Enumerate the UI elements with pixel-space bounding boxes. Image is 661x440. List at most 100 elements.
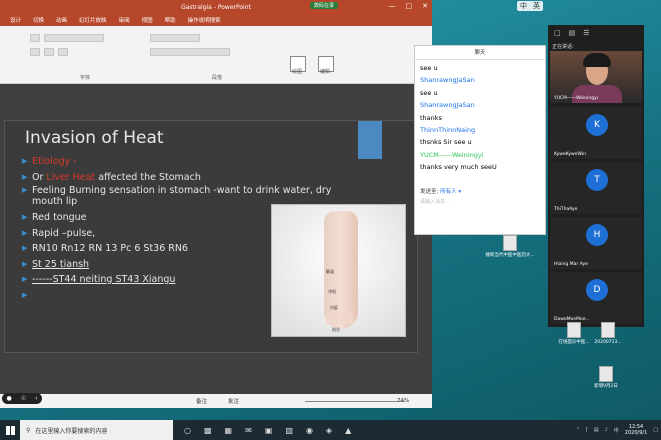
search-placeholder: 在这里输入你要搜索的内容 (35, 427, 108, 435)
tab-view[interactable]: 视图 (142, 16, 153, 24)
bullets-button[interactable] (150, 34, 200, 42)
align-buttons[interactable] (150, 48, 230, 56)
font-box[interactable] (30, 34, 40, 42)
acupoint-label: 陷谷 (332, 327, 340, 332)
tab-help[interactable]: 帮助 (165, 16, 176, 24)
send-to-label: 发送至: (420, 189, 439, 195)
toe (333, 313, 339, 325)
toe (326, 313, 332, 325)
participant-name: Hlaing Mar Aye (554, 262, 588, 267)
video-panel: □ ▤ ☰ 正在讲话: YUCM——Weiningyi K KyweKyweWi… (548, 25, 644, 327)
chat-message: thanks (420, 113, 442, 122)
tab-transitions[interactable]: 切换 (33, 16, 44, 24)
group-edit: 编辑 (320, 69, 331, 75)
chat-message: thanks very much seeU (420, 163, 497, 172)
explorer-icon[interactable]: ▧ (285, 426, 293, 435)
ime-lang[interactable]: 中 (520, 1, 527, 11)
comments-button[interactable]: 批注 (228, 397, 239, 405)
powerpoint-icon[interactable]: ◈ (326, 426, 332, 435)
bold-button[interactable] (30, 48, 40, 56)
network-icon[interactable]: ▤ (594, 427, 599, 433)
gallery-icon[interactable]: □ (554, 29, 561, 37)
avatar: H (586, 224, 608, 246)
desktop-icon[interactable]: 新增9月2日 (576, 366, 636, 390)
main-video[interactable]: YUCM——Weiningyi (550, 51, 642, 103)
video-toolbar: □ ▤ ☰ (548, 25, 644, 40)
tab-search[interactable]: 操作说明搜索 (188, 16, 221, 24)
desktop-icon-label: 20200713... (594, 340, 622, 345)
status-bar: 备注 批注 74% (0, 394, 432, 408)
windows-start-button[interactable] (0, 420, 20, 440)
taskbar-apps: ○ ▩ ▦ ✉ ▣ ▧ ◉ ◈ ▲ (184, 426, 351, 435)
close-icon[interactable]: ✕ (422, 2, 428, 10)
recording-badge: 数码在录 (310, 2, 339, 9)
tab-review[interactable]: 审阅 (119, 16, 130, 24)
word-icon[interactable]: ▦ (225, 426, 233, 435)
edge-icon[interactable]: ◉ (306, 426, 313, 435)
taskbar-search[interactable]: ⚲ 在这里输入你要搜索的内容 (20, 420, 173, 440)
ime-toolbar[interactable]: 中 英 (517, 1, 543, 11)
desktop-icon[interactable]: 缅甸当代中医中医药大... (480, 235, 540, 259)
slide-title: Invasion of Heat (25, 128, 164, 148)
tab-slideshow[interactable]: 幻灯片放映 (79, 16, 107, 24)
meeting-icon[interactable]: ▲ (345, 426, 351, 435)
bluetooth-icon[interactable]: ⌈ (586, 427, 588, 433)
notes-button[interactable]: 备注 (196, 397, 207, 405)
file-icon (601, 322, 615, 338)
tab-animations[interactable]: 动画 (56, 16, 67, 24)
send-target-select[interactable]: 所有人 (440, 189, 457, 195)
ribbon-tabs: 设计 切换 动画 幻灯片放映 审阅 视图 帮助 操作说明搜索 (0, 14, 432, 26)
mic-icon[interactable]: ☉ (21, 395, 26, 402)
font-size-box[interactable] (44, 34, 104, 42)
maximize-icon[interactable]: □ (406, 2, 413, 10)
speaker-view-icon[interactable]: ▤ (569, 29, 576, 37)
speaking-label: 正在讲话: (552, 44, 574, 50)
participant-tile[interactable]: D DaweMoeMoe... (550, 272, 642, 324)
italic-button[interactable] (44, 48, 54, 56)
tab-design[interactable]: 设计 (10, 16, 21, 24)
zoom-slider[interactable] (305, 401, 405, 402)
clock[interactable]: 12:54 2020/9/1 (625, 424, 647, 436)
foot-acupoint-image: 解溪 冲阳 内庭 陷谷 (271, 204, 406, 337)
list-icon[interactable]: ☰ (583, 29, 589, 37)
mail-icon[interactable]: ✉ (245, 426, 252, 435)
tray-arrow-icon[interactable]: ⌃ (576, 427, 580, 433)
participant-tile[interactable]: H Hlaing Mar Aye (550, 217, 642, 269)
participant-tile[interactable]: T ThiThaAye (550, 162, 642, 214)
zoom-level: 74% (397, 398, 410, 404)
avatar: D (586, 279, 608, 301)
ppt-titlebar: Gastralgia - PowerPoint 数码在录 — □ ✕ (0, 0, 432, 14)
group-drawing: 绘图 (292, 69, 303, 75)
system-tray: ⌃ ⌈ ▤ ♪ 中 12:54 2020/9/1 □ (576, 420, 658, 440)
chevron-down-icon[interactable]: ▾ (458, 189, 461, 195)
volume-icon[interactable]: ♪ (605, 427, 608, 433)
acupoint-label: 内庭 (330, 305, 338, 310)
slide-accent (358, 121, 382, 159)
chat-message: thsnks Sir see u (420, 138, 472, 147)
desktop-icon-label: 缅甸当代中医中医药大... (485, 253, 535, 258)
send-to: 发送至: 所有人 ▾ (420, 187, 461, 195)
task-view-icon[interactable]: ○ (184, 426, 191, 435)
minimize-icon[interactable]: — (389, 2, 396, 10)
chat-input[interactable]: 请输入消息... (420, 198, 450, 205)
meeting-mini-toolbar: ● ☉ ‹ (2, 393, 42, 404)
chat-sender: ShanrawngJaSan (420, 76, 475, 85)
acupoint-label: 冲阳 (328, 289, 336, 294)
store-icon[interactable]: ▣ (265, 426, 273, 435)
taskbar: ⚲ 在这里输入你要搜索的内容 ○ ▩ ▦ ✉ ▣ ▧ ◉ ◈ ▲ ⌃ ⌈ ▤ ♪… (0, 420, 661, 440)
main-speaker-name: YUCM——Weiningyi (554, 96, 598, 101)
back-icon[interactable]: ‹ (35, 395, 37, 402)
toe (347, 313, 353, 325)
file-icon (503, 235, 517, 251)
notification-icon[interactable]: □ (653, 427, 658, 433)
task-switch-icon[interactable]: ▩ (204, 426, 212, 435)
record-icon[interactable]: ● (6, 395, 11, 402)
underline-button[interactable] (58, 48, 68, 56)
desktop-icon[interactable]: 20200713... (578, 322, 638, 346)
ppt-title: Gastralgia - PowerPoint (181, 3, 251, 11)
ime-tray[interactable]: 中 (614, 427, 619, 434)
ribbon: 字体 段落 绘图 编辑 (0, 26, 432, 84)
bullet-item: Etiology - (22, 154, 352, 170)
ime-mode[interactable]: 英 (533, 1, 540, 11)
participant-tile[interactable]: K KyweKyweWin (550, 107, 642, 159)
